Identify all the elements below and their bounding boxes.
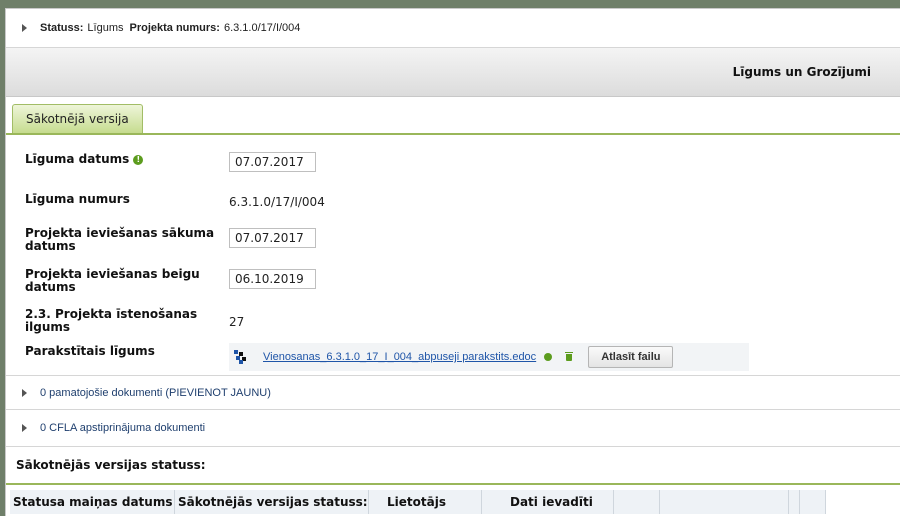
section-header-title: Līgums un Grozījumi [732, 65, 871, 79]
expand-triangle-icon[interactable] [22, 388, 27, 397]
expand-triangle-icon[interactable] [22, 24, 27, 32]
file-area: Vienosanas_6.3.1.0_17_I_004_abpuseji par… [229, 343, 749, 371]
project-number-label: Projekta numurs: [129, 22, 220, 34]
contract-number-label: Līguma numurs [25, 192, 130, 206]
duration-label: 2.3. Projekta īstenošanas ilgums [25, 307, 198, 334]
select-file-button[interactable]: Atlasīt failu [588, 346, 674, 368]
section-header: Līgums un Grozījumi [6, 48, 900, 97]
column-header[interactable] [789, 490, 800, 514]
signed-contract-label: Parakstītais līgums [25, 344, 155, 358]
project-number-value: 6.3.1.0/17/I/004 [223, 22, 301, 34]
start-date-input[interactable] [229, 228, 316, 248]
cfla-docs-section[interactable]: 0 CFLA apstiprinājuma dokumenti [6, 410, 900, 447]
status-bar[interactable]: Statuss: Līgums Projekta numurs: 6.3.1.0… [6, 9, 900, 48]
version-status-table-header: Statusa maiņas datums Sākotnējās versija… [6, 490, 900, 514]
contract-date-input[interactable] [229, 152, 316, 172]
column-header[interactable]: Sākotnējās versijas statuss: [175, 490, 369, 514]
end-date-label: Projekta ieviešanas beigu datums [25, 267, 200, 294]
column-header[interactable] [614, 490, 660, 514]
supporting-docs-label[interactable]: 0 pamatojošie dokumenti (PIEVIENOT JAUNU… [40, 387, 271, 399]
column-header[interactable]: Lietotājs [369, 490, 482, 514]
info-icon[interactable]: ! [133, 155, 144, 165]
expand-triangle-icon[interactable] [22, 424, 27, 432]
cfla-docs-label[interactable]: 0 CFLA apstiprinājuma dokumenti [40, 422, 205, 434]
version-status-title: Sākotnējās versijas statuss: [6, 447, 900, 485]
clock-icon[interactable] [544, 353, 553, 361]
supporting-docs-section[interactable]: 0 pamatojošie dokumenti (PIEVIENOT JAUNU… [6, 376, 900, 410]
version-tabs: Sākotnējā versija [6, 97, 900, 135]
contract-form: Līguma datums! Līguma numurs 6.3.1.0/17/… [6, 135, 900, 376]
start-date-label: Projekta ieviešanas sākuma datums [25, 226, 215, 253]
tab-initial-version[interactable]: Sākotnējā versija [12, 104, 143, 133]
contract-date-label: Līguma datums! [25, 153, 215, 166]
status-value: Līgums [87, 22, 124, 34]
column-header[interactable] [800, 490, 826, 514]
status-label: Statuss: [40, 22, 84, 34]
main-panel: Statuss: Līgums Projekta numurs: 6.3.1.0… [5, 8, 900, 516]
column-header[interactable] [660, 490, 789, 514]
contract-number-value: 6.3.1.0/17/I/004 [229, 195, 325, 209]
column-header[interactable]: Dati ievadīti [482, 490, 614, 514]
trash-icon[interactable] [565, 351, 574, 361]
signed-contract-file-link[interactable]: Vienosanas_6.3.1.0_17_I_004_abpuseji par… [263, 351, 536, 363]
column-header[interactable]: Statusa maiņas datums [10, 490, 175, 514]
duration-value: 27 [229, 315, 245, 329]
edoc-file-icon [234, 350, 248, 364]
end-date-input[interactable] [229, 269, 316, 289]
